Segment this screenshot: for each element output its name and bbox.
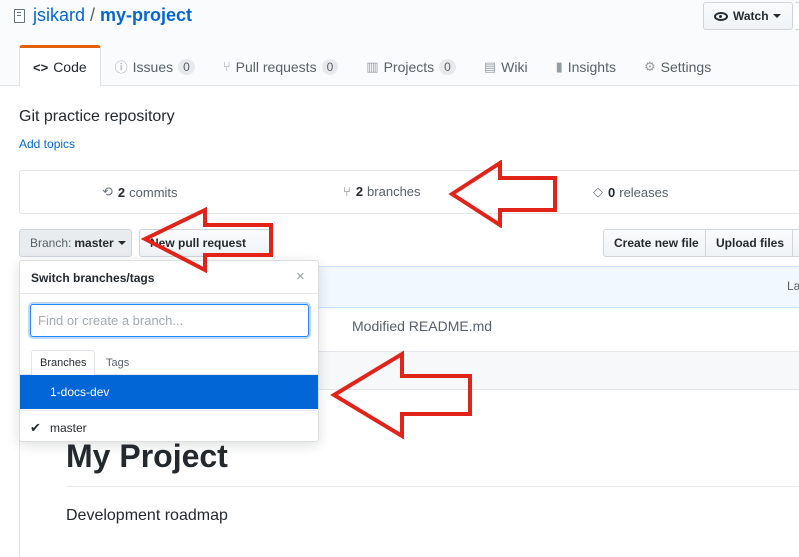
releases-label: releases xyxy=(619,184,669,200)
repo-header: jsikard / my-project Watch <> Code ⓘ Iss… xyxy=(0,0,799,87)
repo-nav-tabs: <> Code ⓘ Issues 0 ⑂ Pull requests 0 ▥ P… xyxy=(19,45,725,87)
tab-label: Code xyxy=(53,59,87,75)
tab-label: Insights xyxy=(567,58,616,75)
projects-counter: 0 xyxy=(439,58,456,75)
find-file-button[interactable] xyxy=(792,229,799,257)
commit-message[interactable]: Modified README.md xyxy=(352,318,492,334)
gear-icon: ⚙ xyxy=(643,58,656,74)
commits-summary[interactable]: ⟲ 2 commits xyxy=(102,184,178,200)
branch-filter-input[interactable] xyxy=(30,304,309,337)
releases-count: 0 xyxy=(608,184,616,200)
releases-summary[interactable]: ◇ 0 releases xyxy=(593,184,668,200)
history-icon: ⟲ xyxy=(102,184,113,199)
tab-label: Issues xyxy=(132,58,174,75)
github-repo-page: jsikard / my-project Watch <> Code ⓘ Iss… xyxy=(0,0,799,557)
commits-count: 2 xyxy=(117,184,126,200)
branch-switcher-dropdown: Switch branches/tags × Branches Tags 1-d… xyxy=(19,260,319,442)
watch-count[interactable] xyxy=(795,2,799,30)
tab-label: Settings xyxy=(660,58,712,75)
tab-projects[interactable]: ▥ Projects 0 xyxy=(352,45,470,86)
graph-icon: ▮ xyxy=(555,58,563,74)
create-new-file-button[interactable]: Create new file xyxy=(603,229,706,257)
commits-label: commits xyxy=(129,184,178,200)
repo-description: Git practice repository xyxy=(19,108,175,125)
close-icon[interactable]: × xyxy=(296,268,305,285)
project-icon: ▥ xyxy=(366,58,379,74)
tab-issues[interactable]: ⓘ Issues 0 xyxy=(101,45,209,86)
branch-item-master[interactable]: ✔ master xyxy=(20,410,318,441)
upload-files-button[interactable]: Upload files xyxy=(705,229,793,257)
repo-name-link[interactable]: my-project xyxy=(100,5,192,26)
tab-label: Pull requests xyxy=(235,58,317,75)
annotation-arrow-branches xyxy=(448,160,557,228)
tab-pull-requests[interactable]: ⑂ Pull requests 0 xyxy=(209,45,352,86)
issues-counter: 0 xyxy=(178,58,195,75)
repo-title: jsikard / my-project xyxy=(14,5,192,26)
branch-icon: ⑂ xyxy=(343,184,351,199)
tab-tags[interactable]: Tags xyxy=(98,350,137,375)
annotation-arrow-branch-item xyxy=(330,350,472,440)
branch-prefix: Branch: xyxy=(30,236,72,250)
readme-paragraph: Development roadmap xyxy=(66,507,228,524)
annotation-arrow-branch-button xyxy=(141,207,273,273)
readme-heading: My Project xyxy=(66,438,228,474)
tab-insights[interactable]: ▮ Insights xyxy=(542,45,630,86)
watch-button[interactable]: Watch xyxy=(703,2,793,30)
latest-commit-label: Lat xyxy=(787,279,799,293)
branches-count: 2 xyxy=(355,184,364,199)
check-icon: ✔ xyxy=(30,419,41,435)
tab-wiki[interactable]: ▤ Wiki xyxy=(470,45,542,86)
tab-label: Projects xyxy=(383,58,435,75)
watch-label: Watch xyxy=(733,9,769,23)
repo-path-separator: / xyxy=(90,5,96,25)
add-topics-link[interactable]: Add topics xyxy=(19,137,75,151)
repo-book-icon xyxy=(14,8,25,23)
dropdown-tabs: Branches Tags xyxy=(20,350,318,376)
repo-owner-link[interactable]: jsikard xyxy=(33,5,85,26)
tab-settings[interactable]: ⚙ Settings xyxy=(630,45,725,86)
eye-icon xyxy=(714,11,728,21)
pull-requests-counter: 0 xyxy=(321,58,339,75)
tab-label: Wiki xyxy=(501,58,528,75)
caret-down-icon xyxy=(117,241,126,245)
readme-divider xyxy=(66,486,799,487)
branch-value: master xyxy=(74,236,114,250)
book-icon: ▤ xyxy=(483,58,497,74)
tag-icon: ◇ xyxy=(593,184,603,199)
issue-icon: ⓘ xyxy=(114,60,128,75)
numbers-summary: ⟲ 2 commits ⑂ 2 branches ◇ 0 releases xyxy=(19,170,799,214)
code-icon: <> xyxy=(33,59,49,75)
branches-summary[interactable]: ⑂ 2 branches xyxy=(343,184,421,199)
branch-item-1-docs-dev[interactable]: 1-docs-dev xyxy=(20,375,318,409)
branch-name: master xyxy=(50,420,87,435)
branch-name: 1-docs-dev xyxy=(50,385,110,399)
pull-request-icon: ⑂ xyxy=(222,59,231,74)
branch-select-button[interactable]: Branch: master xyxy=(19,229,132,257)
tab-code[interactable]: <> Code xyxy=(19,45,101,87)
branches-label: branches xyxy=(367,184,421,199)
dropdown-title: Switch branches/tags xyxy=(31,271,155,285)
caret-down-icon xyxy=(772,14,781,18)
tab-branches[interactable]: Branches xyxy=(31,350,96,376)
